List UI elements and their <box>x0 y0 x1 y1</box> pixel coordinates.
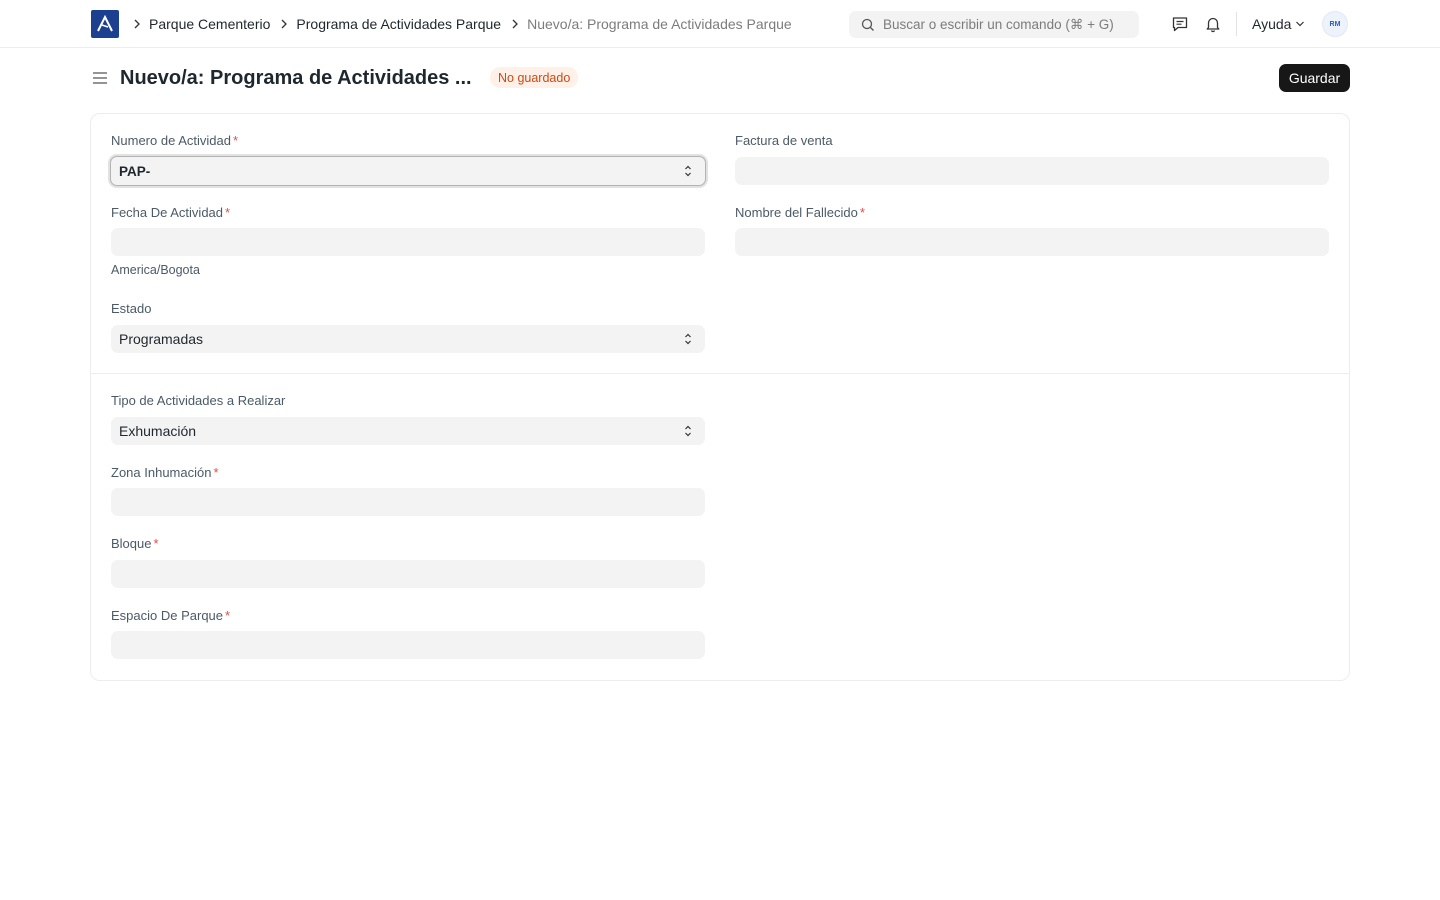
avatar[interactable]: RM <box>1322 11 1348 37</box>
search-icon <box>861 18 874 31</box>
bloque-label: Bloque * <box>111 536 159 551</box>
app-logo[interactable] <box>91 10 119 38</box>
search-input[interactable] <box>883 17 1133 32</box>
factura-venta-field[interactable] <box>735 157 1329 185</box>
timezone-hint: America/Bogota <box>111 263 200 277</box>
breadcrumb-parque-cementerio[interactable]: Parque Cementerio <box>149 16 270 32</box>
required-marker: * <box>213 465 219 480</box>
help-label: Ayuda <box>1252 16 1292 32</box>
section-divider <box>91 373 1349 374</box>
required-marker: * <box>225 205 231 220</box>
required-marker: * <box>225 608 231 623</box>
estado-select[interactable]: Programadas <box>111 325 705 353</box>
fecha-actividad-field[interactable] <box>111 228 705 256</box>
factura-venta-label: Factura de venta <box>735 133 833 148</box>
nombre-fallecido-label: Nombre del Fallecido * <box>735 205 865 220</box>
save-button[interactable]: Guardar <box>1279 64 1350 92</box>
nombre-fallecido-field[interactable] <box>735 228 1329 256</box>
required-marker: * <box>232 133 239 148</box>
required-marker: * <box>153 536 159 551</box>
espacio-parque-label: Espacio De Parque * <box>111 608 231 623</box>
notifications-button[interactable] <box>1203 14 1223 34</box>
chevron-right-icon <box>511 19 519 29</box>
zona-inhumacion-label: Zona Inhumación * <box>111 465 219 480</box>
estado-label: Estado <box>111 301 152 316</box>
bell-icon <box>1206 17 1220 33</box>
estado-value: Programadas <box>119 331 204 347</box>
search-bar[interactable] <box>849 11 1139 38</box>
numero-actividad-label: Numero de Actividad * <box>111 133 239 148</box>
tipo-actividades-label: Tipo de Actividades a Realizar <box>111 393 286 408</box>
hamburger-icon <box>93 72 107 84</box>
help-dropdown[interactable]: Ayuda <box>1252 0 1305 48</box>
chevron-right-icon <box>133 19 141 29</box>
chat-icon <box>1172 17 1188 32</box>
numero-actividad-select[interactable]: PAP- <box>110 156 706 186</box>
tipo-actividades-value: Exhumación <box>119 423 197 439</box>
chevron-right-icon <box>280 19 288 29</box>
breadcrumb-programa-actividades[interactable]: Programa de Actividades Parque <box>296 16 501 32</box>
select-chevron-icon <box>685 165 691 177</box>
zona-inhumacion-field[interactable] <box>111 488 705 516</box>
status-badge: No guardado <box>490 67 579 88</box>
select-chevron-icon <box>685 425 691 437</box>
bloque-field[interactable] <box>111 560 705 588</box>
select-chevron-icon <box>685 333 691 345</box>
fecha-actividad-label: Fecha De Actividad * <box>111 205 231 220</box>
navbar: Parque Cementerio Programa de Actividade… <box>0 0 1440 48</box>
logo-icon <box>97 15 113 32</box>
breadcrumb-current: Nuevo/a: Programa de Actividades Parque <box>527 16 792 32</box>
chevron-down-icon <box>1296 21 1305 27</box>
numero-actividad-value: PAP- <box>119 163 151 179</box>
navbar-divider <box>1236 12 1237 36</box>
espacio-parque-field[interactable] <box>111 631 705 659</box>
breadcrumb: Parque Cementerio Programa de Actividade… <box>131 0 800 48</box>
page-title: Nuevo/a: Programa de Actividades ... <box>120 67 472 89</box>
required-marker: * <box>859 205 865 220</box>
tipo-actividades-select[interactable]: Exhumación <box>111 417 705 445</box>
sidebar-toggle-button[interactable] <box>91 68 109 88</box>
chat-button[interactable] <box>1170 14 1190 34</box>
